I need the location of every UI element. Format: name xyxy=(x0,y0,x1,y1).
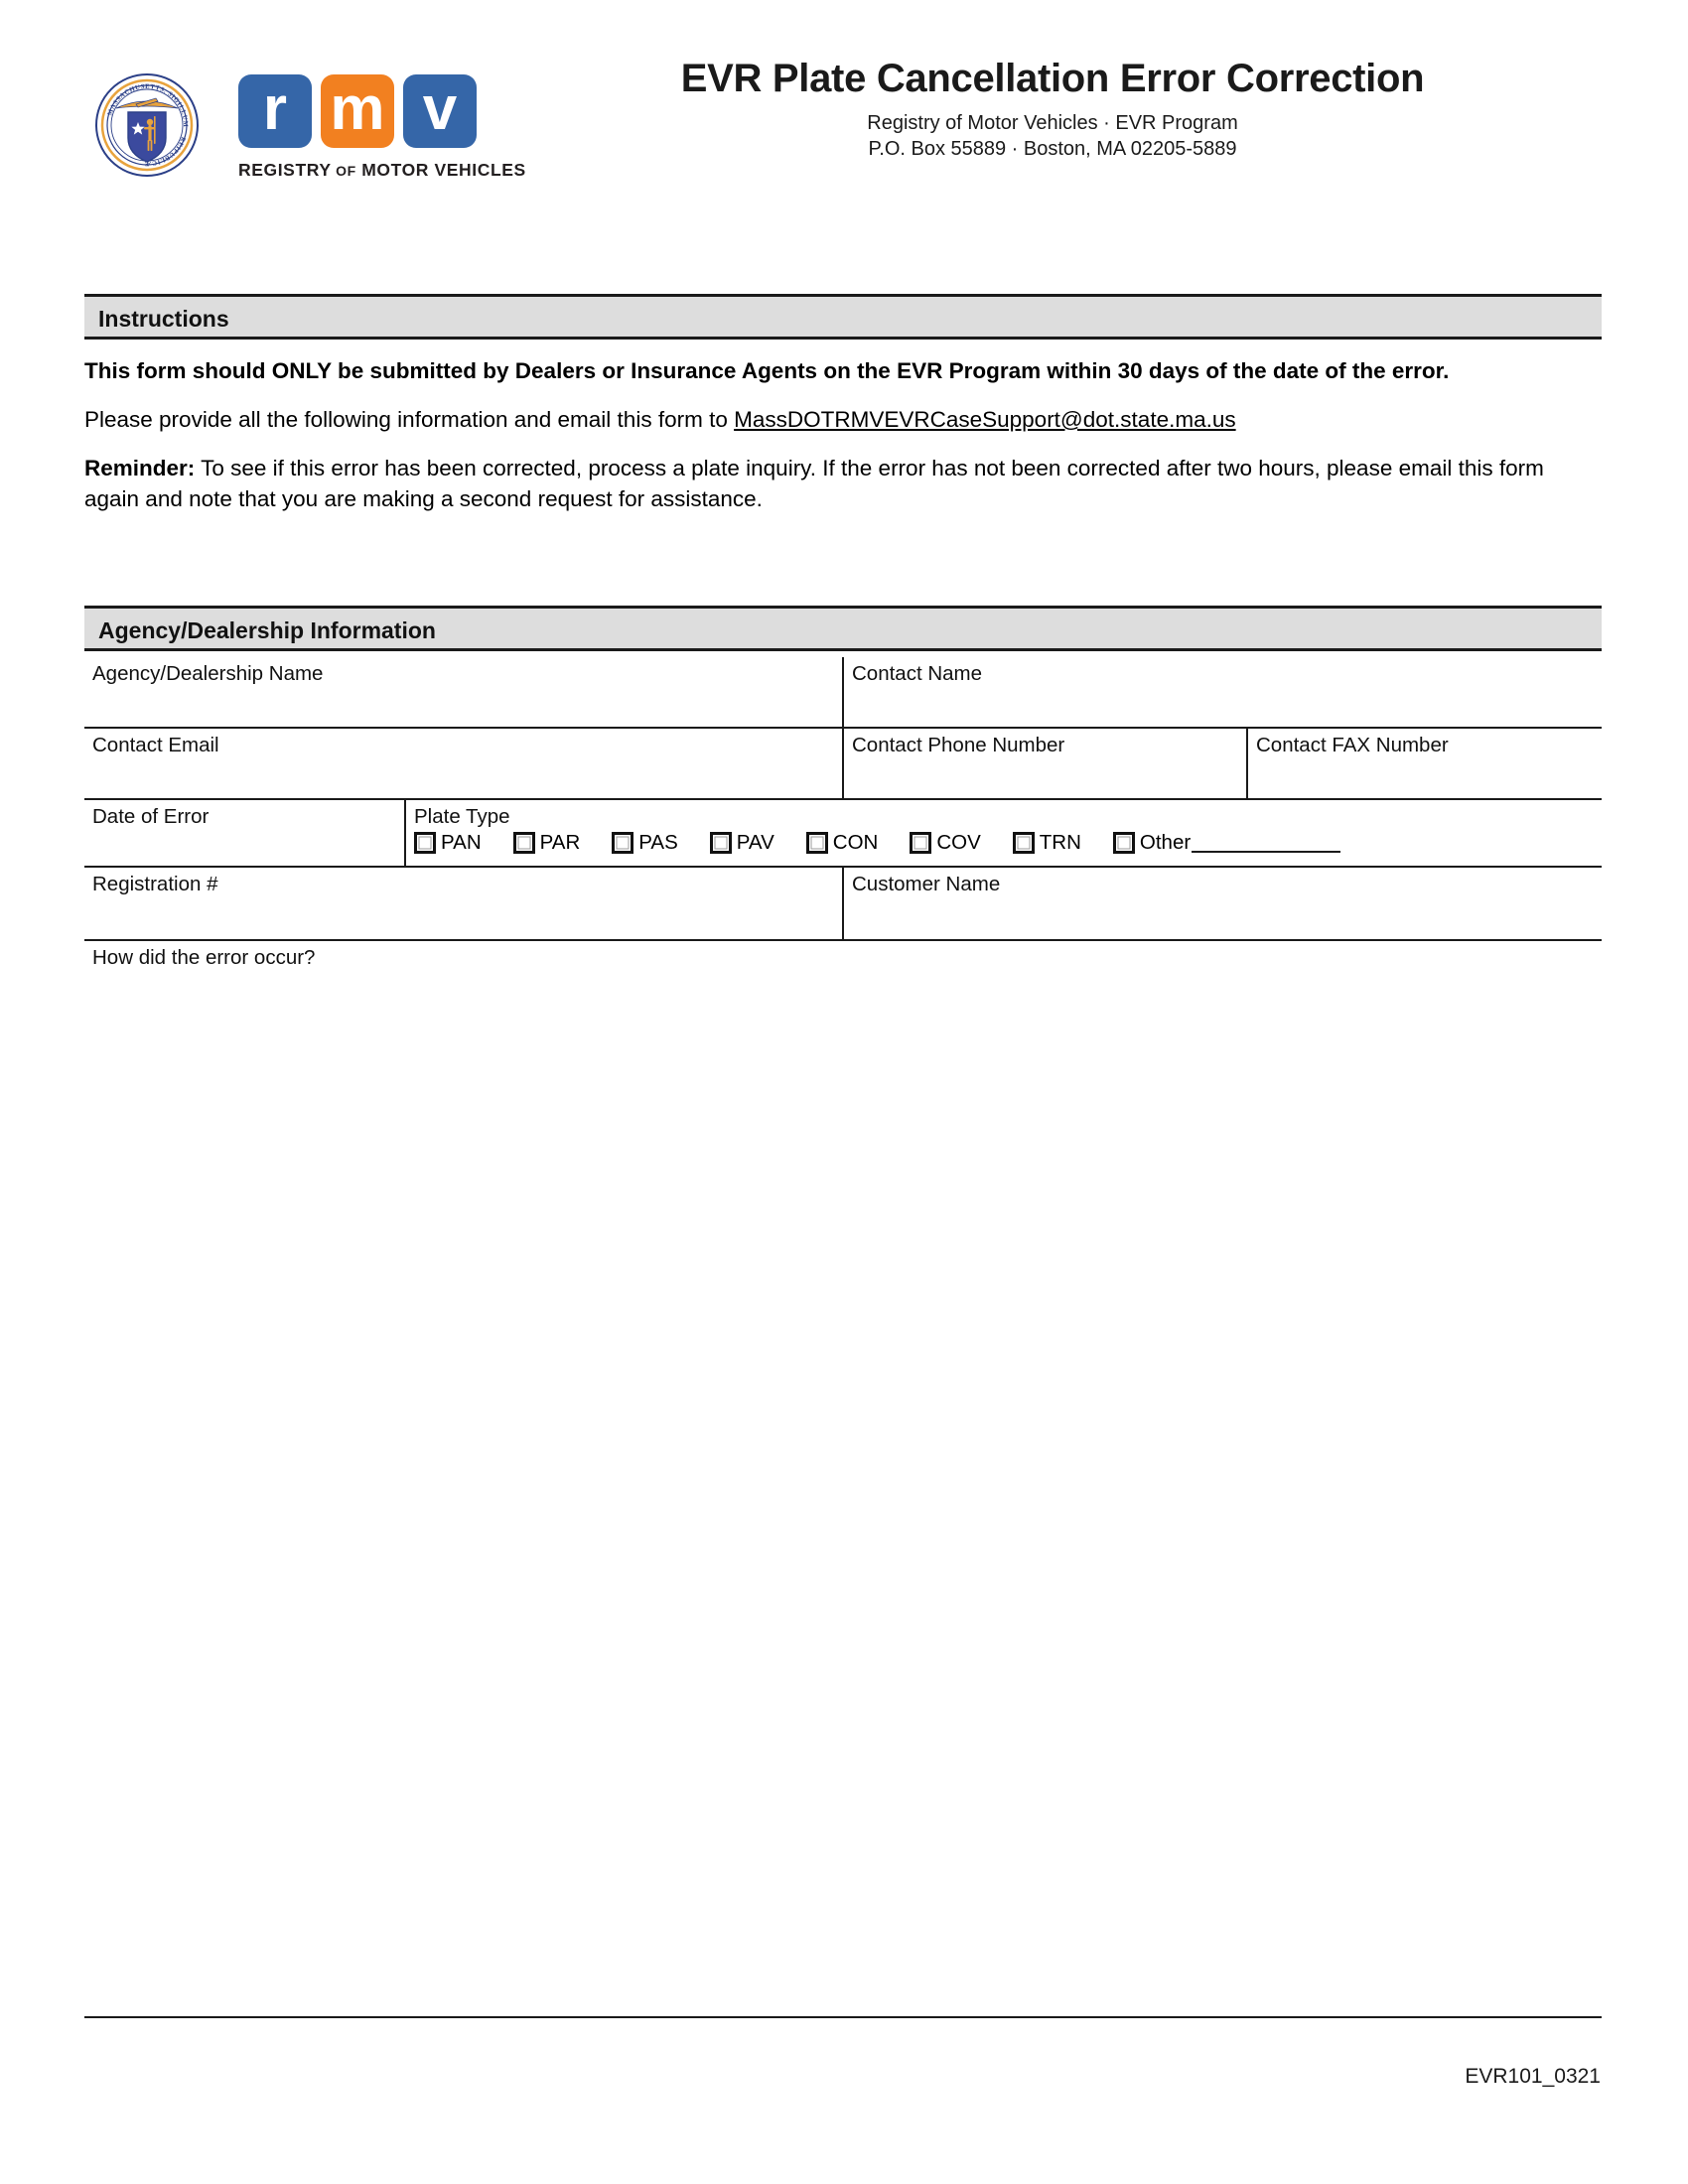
page-header: MASSACHUSETTS. SIGILLUM REIPUBLICÆ r m v… xyxy=(84,55,1604,213)
checkbox-icon[interactable] xyxy=(612,832,634,854)
header-subtitle-line-1: Registry of Motor Vehicles · EVR Program xyxy=(867,112,1238,134)
form-row-registration: Registration # Customer Name xyxy=(84,868,1602,941)
field-how-did-error-occur[interactable]: How did the error occur? xyxy=(84,941,1602,2018)
instructions-section-title: Instructions xyxy=(98,306,229,332)
field-label-agency-dealership-name: Agency/Dealership Name xyxy=(92,662,324,685)
checkbox-icon[interactable] xyxy=(910,832,932,854)
rmv-caption-registry: REGISTRY xyxy=(238,160,332,180)
plate-type-label: TRN xyxy=(1039,831,1081,854)
plate-type-option-con[interactable]: CON xyxy=(805,831,879,854)
plate-type-label: CON xyxy=(832,831,879,854)
field-contact-email[interactable]: Contact Email xyxy=(84,729,842,798)
reminder-lead: Reminder: xyxy=(84,456,196,480)
plate-type-checkbox-group: PAN PAR PAS PAV CON COV TRN Other xyxy=(414,831,1341,854)
rmv-tile-r-letter: r xyxy=(262,74,288,143)
plate-type-option-pan[interactable]: PAN xyxy=(414,832,482,854)
instructions-body: This form should ONLY be submitted by De… xyxy=(84,355,1602,514)
field-label-contact-fax-number: Contact FAX Number xyxy=(1256,734,1449,756)
page-title: EVR Plate Cancellation Error Correction xyxy=(680,57,1425,100)
field-agency-dealership-name[interactable]: Agency/Dealership Name xyxy=(84,657,842,727)
field-label-contact-name: Contact Name xyxy=(852,662,983,685)
field-customer-name[interactable]: Customer Name xyxy=(842,868,1602,939)
plate-type-label: PAN xyxy=(441,831,482,854)
plate-type-label: Other xyxy=(1139,831,1192,854)
field-label-how-did-error-occur: How did the error occur? xyxy=(92,946,316,969)
plate-type-option-pav[interactable]: PAV xyxy=(709,831,774,854)
field-plate-type: Plate Type PAN PAR PAS PAV CON COV TRN O… xyxy=(404,800,1602,866)
rmv-tile-v-letter: v xyxy=(422,74,458,143)
support-email-link[interactable]: MassDOTRMVEVRCaseSupport@dot.state.ma.us xyxy=(734,407,1236,432)
checkbox-icon[interactable] xyxy=(1012,832,1035,854)
massachusetts-state-seal-icon: MASSACHUSETTS. SIGILLUM REIPUBLICÆ xyxy=(94,72,200,178)
instructions-bold-paragraph: This form should ONLY be submitted by De… xyxy=(84,358,1450,383)
rmv-tile-v: v xyxy=(403,74,477,148)
logo-block: MASSACHUSETTS. SIGILLUM REIPUBLICÆ r m v… xyxy=(84,55,525,204)
instructions-email-paragraph: Please provide all the following informa… xyxy=(84,404,1584,435)
plate-type-label: COV xyxy=(936,831,981,854)
agency-section-bar: Agency/Dealership Information xyxy=(84,606,1602,651)
plate-type-label: PAV xyxy=(736,831,774,854)
checkbox-icon[interactable] xyxy=(414,832,436,854)
form-page: MASSACHUSETTS. SIGILLUM REIPUBLICÆ r m v… xyxy=(0,0,1688,2184)
plate-type-option-par[interactable]: PAR xyxy=(512,831,581,854)
instructions-section-bar: Instructions xyxy=(84,294,1602,340)
field-contact-name[interactable]: Contact Name xyxy=(842,657,1602,727)
plate-type-label: PAS xyxy=(638,831,678,854)
plate-type-label: PAR xyxy=(539,831,581,854)
rmv-tile-m: m xyxy=(321,74,394,148)
title-block: EVR Plate Cancellation Error Correction … xyxy=(501,55,1604,162)
field-contact-fax-number[interactable]: Contact FAX Number xyxy=(1246,729,1602,798)
checkbox-icon[interactable] xyxy=(709,832,732,854)
instructions-email-intro: Please provide all the following informa… xyxy=(84,407,735,432)
field-label-registration-number: Registration # xyxy=(92,873,218,895)
form-row-names: Agency/Dealership Name Contact Name xyxy=(84,657,1602,729)
rmv-tile-r: r xyxy=(238,74,312,148)
field-label-contact-email: Contact Email xyxy=(92,734,219,756)
field-date-of-error[interactable]: Date of Error xyxy=(84,800,404,866)
rmv-caption-motor-vehicles: MOTOR VEHICLES xyxy=(361,160,526,180)
field-label-customer-name: Customer Name xyxy=(852,873,1001,895)
rmv-tile-m-letter: m xyxy=(330,74,385,143)
field-contact-phone-number[interactable]: Contact Phone Number xyxy=(842,729,1246,798)
agency-form-table: Agency/Dealership Name Contact Name Cont… xyxy=(84,657,1602,2018)
checkbox-icon[interactable] xyxy=(512,832,535,854)
instructions-reminder-paragraph: Reminder: To see if this error has been … xyxy=(84,453,1584,514)
rmv-logo-tiles: r m v xyxy=(238,74,496,148)
rmv-caption-of: OF xyxy=(336,163,356,179)
rmv-logo-caption: REGISTRY OF MOTOR VEHICLES xyxy=(238,160,525,181)
form-row-contact: Contact Email Contact Phone Number Conta… xyxy=(84,729,1602,800)
plate-type-option-cov[interactable]: COV xyxy=(910,831,981,854)
field-label-contact-phone-number: Contact Phone Number xyxy=(852,734,1065,756)
form-code-footer: EVR101_0321 xyxy=(1465,2065,1601,2088)
field-label-plate-type: Plate Type xyxy=(414,805,510,828)
plate-type-other-input[interactable] xyxy=(1192,833,1341,853)
plate-type-option-trn[interactable]: TRN xyxy=(1012,831,1081,854)
checkbox-icon[interactable] xyxy=(805,832,828,854)
plate-type-option-other[interactable]: Other xyxy=(1112,831,1341,854)
checkbox-icon[interactable] xyxy=(1112,832,1135,854)
field-label-date-of-error: Date of Error xyxy=(92,805,210,828)
plate-type-option-pas[interactable]: PAS xyxy=(612,832,678,854)
field-registration-number[interactable]: Registration # xyxy=(84,868,842,939)
header-subtitle-line-2: P.O. Box 55889 · Boston, MA 02205-5889 xyxy=(868,138,1237,160)
rmv-logo: r m v REGISTRY OF MOTOR VEHICLES xyxy=(238,74,525,199)
agency-section-title: Agency/Dealership Information xyxy=(98,617,436,643)
form-row-plate-type: Date of Error Plate Type PAN PAR PAS PAV… xyxy=(84,800,1602,868)
reminder-text: To see if this error has been corrected,… xyxy=(84,456,1544,511)
